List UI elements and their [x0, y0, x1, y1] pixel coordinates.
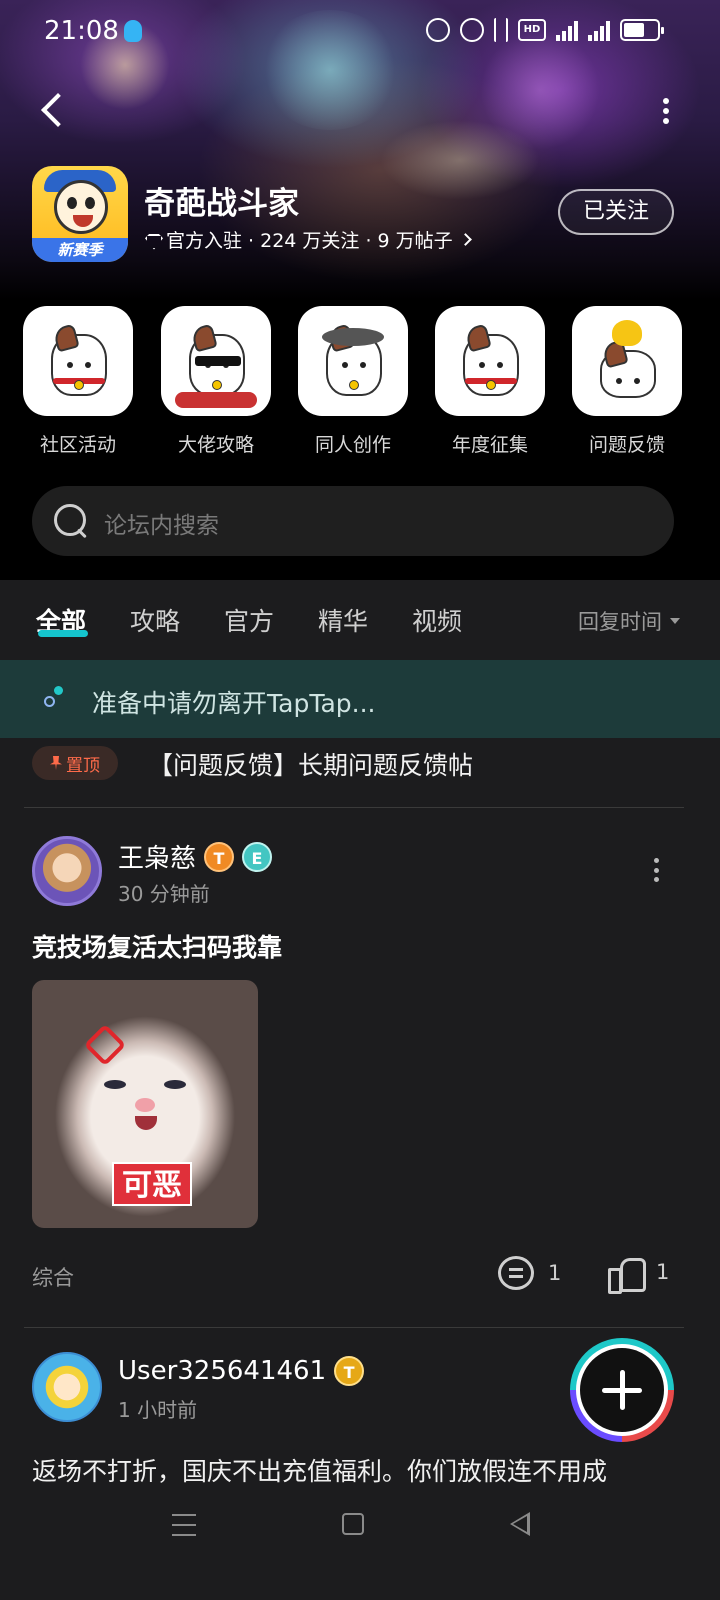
- quick-link-label: 年度征集: [451, 434, 528, 456]
- post-time: 30 分钟前: [118, 882, 210, 906]
- post-image[interactable]: 可恶: [32, 980, 258, 1228]
- kitten-nose: [135, 1098, 155, 1112]
- like-count: 1: [656, 1260, 670, 1284]
- quick-link-label: 同人创作: [314, 434, 391, 456]
- quick-link-fan-creation[interactable]: 同人创作: [297, 306, 409, 457]
- notice-text: 准备中请勿离开TapTap...: [92, 689, 376, 718]
- cat-icon: [572, 306, 682, 416]
- home-button[interactable]: [342, 1513, 364, 1535]
- post-time: 1 小时前: [118, 1398, 198, 1422]
- system-back-button[interactable]: [510, 1512, 530, 1536]
- battery-icon: [620, 19, 664, 41]
- post-title: 竞技场复活太扫码我靠: [32, 933, 283, 962]
- active-tab-indicator: [38, 630, 88, 637]
- status-time: 21:08: [44, 16, 119, 46]
- quick-link-annual[interactable]: 年度征集: [434, 306, 546, 457]
- post-author[interactable]: 王枭慈 T E: [118, 838, 273, 875]
- mute-icon: [460, 18, 484, 42]
- cat-icon: [161, 306, 271, 416]
- quick-link-feedback[interactable]: 问题反馈: [571, 306, 683, 457]
- tab-video[interactable]: 视频: [412, 602, 462, 638]
- author-name: 王枭慈: [118, 844, 197, 874]
- qq-icon: [124, 20, 142, 42]
- game-logo[interactable]: 新赛季: [32, 166, 128, 262]
- comment-count: 1: [548, 1261, 562, 1285]
- loading-icon: [44, 686, 68, 710]
- loading-notice: 准备中请勿离开TapTap...: [0, 660, 720, 738]
- bluetooth-icon: [494, 18, 508, 42]
- new-post-button[interactable]: [570, 1338, 674, 1442]
- caret-down-icon: [670, 618, 680, 624]
- pinned-badge-label: 置顶: [66, 755, 100, 776]
- quick-link-label: 问题反馈: [588, 434, 665, 456]
- quick-link-guides[interactable]: 大佬攻略: [160, 306, 272, 457]
- alarm-icon: [426, 18, 450, 42]
- pinned-post[interactable]: 置顶 【问题反馈】长期问题反馈帖: [0, 738, 720, 808]
- kitten-eye: [164, 1080, 186, 1089]
- recent-apps-button[interactable]: [172, 1514, 196, 1536]
- quick-links: 社区活动 大佬攻略 同人创作 年度征集 问题反馈: [0, 306, 720, 466]
- game-meta-link[interactable]: 官方入驻 · 224 万关注 · 9 万帖子: [144, 226, 472, 253]
- tab-guides[interactable]: 攻略: [130, 602, 180, 638]
- tap-badge-icon: T: [204, 841, 235, 872]
- game-title: 奇葩战斗家: [144, 186, 299, 222]
- quick-link-community[interactable]: 社区活动: [22, 306, 134, 457]
- pinned-title: 【问题反馈】长期问题反馈帖: [148, 751, 474, 780]
- avatar[interactable]: [32, 836, 102, 906]
- search-placeholder: 论坛内搜索: [104, 513, 219, 539]
- like-button[interactable]: 1: [608, 1256, 670, 1294]
- tab-official[interactable]: 官方: [224, 602, 274, 638]
- filter-tabs: 全部 攻略 官方 精华 视频 回复时间: [0, 580, 720, 660]
- cat-icon: [298, 306, 408, 416]
- thumbs-up-icon: [608, 1256, 646, 1294]
- system-nav-bar: [0, 1496, 720, 1600]
- level-badge-icon: E: [242, 841, 273, 872]
- diamond-icon: [144, 232, 160, 248]
- post-more-button[interactable]: [654, 858, 660, 882]
- more-options-button[interactable]: [660, 98, 672, 124]
- chevron-right-icon: [458, 233, 472, 246]
- quick-link-label: 社区活动: [39, 434, 116, 456]
- comment-icon: [498, 1256, 534, 1290]
- kitten-eye: [104, 1080, 126, 1089]
- post-body: 返场不打折，国庆不出充值福利。你们放假连不用成: [32, 1457, 608, 1486]
- image-caption: 可恶: [112, 1162, 192, 1206]
- post-author[interactable]: User325641461 T: [118, 1356, 365, 1386]
- pinned-badge: 置顶: [32, 746, 118, 780]
- tap-badge-icon: T: [334, 1356, 365, 1386]
- sort-dropdown[interactable]: 回复时间: [578, 606, 680, 636]
- signal-5g-icon: [588, 19, 610, 41]
- status-icons: HD: [426, 18, 664, 42]
- author-name: User325641461: [118, 1356, 327, 1386]
- logo-tag: 新赛季: [32, 238, 128, 262]
- anger-mark-icon: [83, 1023, 127, 1067]
- follow-button[interactable]: 已关注: [558, 189, 674, 235]
- cat-icon: [435, 306, 545, 416]
- search-icon: [54, 504, 88, 538]
- kitten-mouth: [135, 1116, 157, 1130]
- hd-icon: HD: [518, 19, 546, 41]
- game-meta-text: 官方入驻 · 224 万关注 · 9 万帖子: [166, 230, 453, 252]
- quick-link-label: 大佬攻略: [177, 434, 254, 456]
- cat-icon: [23, 306, 133, 416]
- forum-header: 21:08 HD 新赛季 奇葩战斗家 官方入驻 · 224 万关注 · 9 万帖…: [0, 0, 720, 590]
- tab-featured[interactable]: 精华: [318, 602, 368, 638]
- post-category[interactable]: 综合: [32, 1262, 74, 1292]
- status-bar: 21:08 HD: [0, 0, 720, 64]
- avatar[interactable]: [32, 1352, 102, 1422]
- pin-icon: [50, 756, 62, 770]
- header-art: [380, 120, 540, 200]
- sort-label: 回复时间: [578, 610, 662, 634]
- plus-icon: [576, 1344, 668, 1436]
- forum-search-input[interactable]: 论坛内搜索: [32, 486, 674, 556]
- post-card[interactable]: 王枭慈 T E 30 分钟前 竞技场复活太扫码我靠 可恶 综合 1 1: [0, 808, 720, 1328]
- signal-4g-icon: [556, 19, 578, 41]
- back-button[interactable]: [34, 88, 74, 132]
- comment-button[interactable]: 1: [498, 1256, 561, 1290]
